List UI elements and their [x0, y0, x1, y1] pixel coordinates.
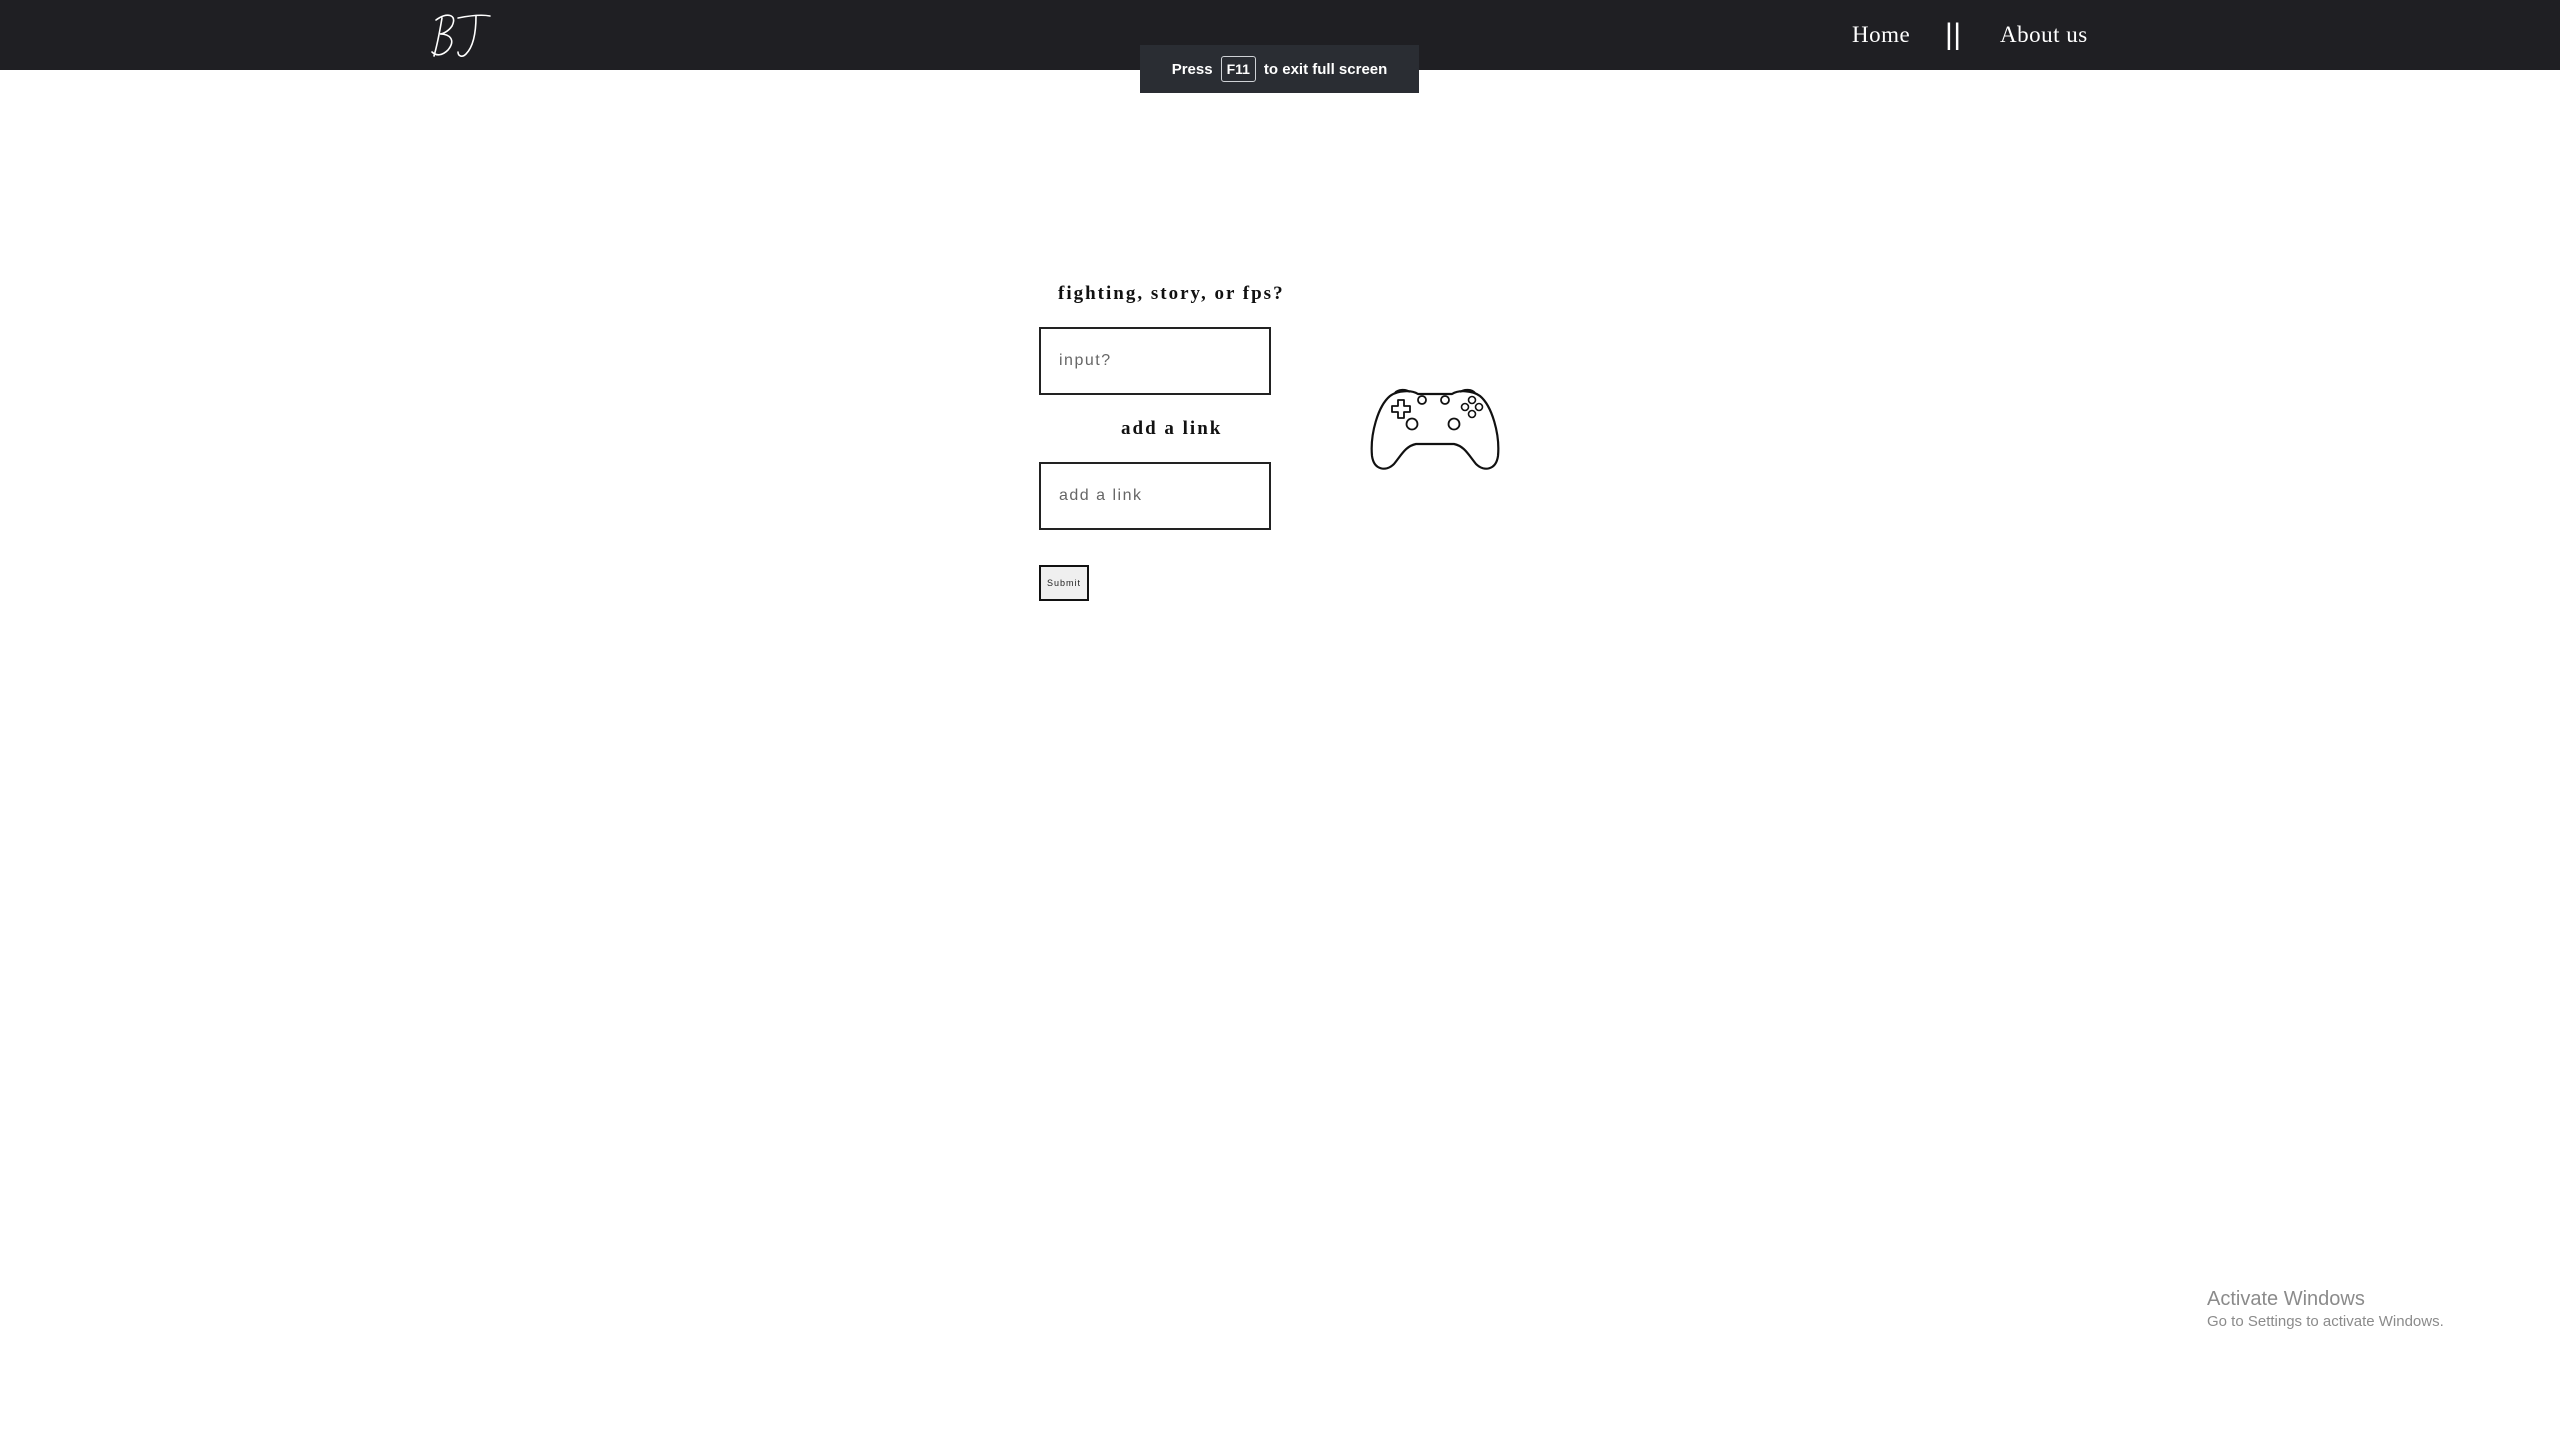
link-input[interactable] — [1039, 462, 1271, 530]
activate-windows-subtitle: Go to Settings to activate Windows. — [2207, 1313, 2444, 1330]
toast-suffix: to exit full screen — [1263, 60, 1388, 78]
nav-about-link[interactable]: About us — [2000, 0, 2088, 70]
bj-logo[interactable] — [428, 6, 492, 66]
genre-input[interactable] — [1039, 327, 1271, 395]
genre-label: fighting, story, or fps? — [1058, 283, 1285, 304]
nav-home-link[interactable]: Home — [1852, 0, 1910, 70]
activate-windows-title: Activate Windows — [2207, 1288, 2365, 1310]
link-label: add a link — [1121, 418, 1223, 439]
game-controller-icon — [1370, 388, 1500, 470]
fullscreen-toast: Press F11 to exit full screen — [1140, 45, 1419, 93]
activate-windows-watermark: Activate Windows Go to Settings to activ… — [2207, 1288, 2444, 1330]
nav-separator: || — [1945, 18, 1962, 51]
submit-button[interactable]: Submit — [1039, 565, 1089, 601]
f11-key-badge: F11 — [1220, 56, 1256, 82]
toast-prefix: Press — [1171, 60, 1213, 78]
